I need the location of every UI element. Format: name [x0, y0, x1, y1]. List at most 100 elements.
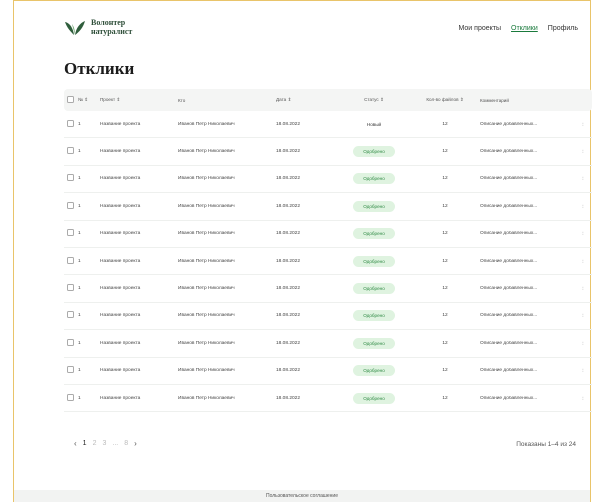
table-row[interactable]: 1 Название проекта Иванов Петр Николаевич 1…	[64, 248, 592, 276]
kebab-menu-icon[interactable]: ⋮	[576, 396, 590, 401]
responses-table: № ⇕ Проект ⇕ Кто Дата ⇕ Статус ⇕ Кол-во …	[64, 89, 592, 413]
table-row[interactable]: 1 Название проекта Иванов Петр Николаевич 1…	[64, 111, 592, 139]
table-row[interactable]: 1 Название проекта Иванов Петр Николаевич 1…	[64, 166, 592, 194]
row-date: 18.08.2022	[276, 121, 301, 127]
kebab-menu-icon[interactable]: ⋮	[576, 341, 590, 346]
row-checkbox[interactable]	[67, 284, 74, 292]
nav-profile[interactable]: Профиль	[548, 25, 578, 32]
row-fio: Иванов Петр Николаевич	[178, 176, 235, 182]
row-comment: Описание добавленных...	[480, 286, 538, 292]
row-fio: Иванов Петр Николаевич	[178, 203, 235, 209]
row-status-cell: Одобрено	[338, 255, 410, 267]
kebab-menu-icon[interactable]: ⋮	[576, 313, 590, 318]
row-checkbox[interactable]	[67, 338, 74, 346]
row-num: 1	[78, 258, 81, 264]
row-project: Название проекта	[100, 203, 141, 209]
row-num: 1	[78, 395, 81, 401]
nav-responses[interactable]: Отклики	[511, 25, 538, 32]
table-row[interactable]: 1 Название проекта Иванов Петр Николаевич 1…	[64, 358, 592, 385]
status-badge: Одобрено	[353, 255, 395, 267]
row-fio: Иванов Петр Николаевич	[178, 395, 235, 401]
page-1[interactable]: 1	[83, 440, 87, 447]
page-title: Отклики	[64, 59, 135, 78]
next-page-button[interactable]: ›	[134, 439, 137, 448]
row-files: 12	[442, 231, 448, 237]
page-2[interactable]: 2	[93, 440, 97, 447]
row-fio: Иванов Петр Николаевич	[178, 313, 235, 319]
row-num: 1	[78, 286, 81, 292]
table-row[interactable]: 1 Название проекта Иванов Петр Николаевич 1…	[64, 221, 592, 248]
kebab-menu-icon[interactable]: ⋮	[576, 231, 590, 236]
row-project: Название проекта	[100, 176, 141, 182]
row-project: Название проекта	[100, 286, 141, 292]
row-date: 18.08.2022	[276, 176, 301, 182]
page-last[interactable]: 8	[124, 440, 128, 447]
nav-my-projects[interactable]: Мои проекты	[459, 25, 502, 32]
row-status-cell: Одобрено	[338, 365, 410, 377]
kebab-menu-icon[interactable]: ⋮	[576, 259, 590, 264]
header-num[interactable]: № ⇕	[78, 97, 100, 103]
kebab-menu-icon[interactable]: ⋮	[576, 286, 590, 291]
table-row[interactable]: 1 Название проекта Иванов Петр Николаевич 1…	[64, 385, 592, 413]
kebab-menu-icon[interactable]: ⋮	[576, 149, 590, 154]
prev-page-button[interactable]: ‹	[74, 439, 77, 448]
row-files: 12	[442, 203, 448, 209]
row-fio: Иванов Петр Николаевич	[178, 231, 235, 237]
header-project[interactable]: Проект ⇕	[100, 97, 178, 103]
select-all-checkbox[interactable]	[67, 96, 74, 103]
page-3[interactable]: 3	[102, 440, 106, 447]
shown-count: Показаны 1–4 из 24	[516, 441, 576, 448]
table-row[interactable]: 1 Название проекта Иванов Петр Николаевич 1…	[64, 138, 592, 166]
row-comment: Описание добавленных...	[480, 313, 538, 319]
row-files: 12	[442, 176, 448, 182]
row-project: Название проекта	[100, 395, 141, 401]
status-badge: Одобрено	[353, 200, 395, 212]
row-files: 12	[442, 121, 448, 127]
row-project: Название проекта	[100, 368, 141, 374]
row-project: Название проекта	[100, 258, 141, 264]
logo[interactable]: Волонтер натуралист	[64, 18, 132, 36]
row-checkbox[interactable]	[67, 393, 74, 401]
kebab-menu-icon[interactable]: ⋮	[576, 122, 590, 127]
row-num: 1	[78, 149, 81, 155]
table-row[interactable]: 1 Название проекта Иванов Петр Николаевич 1…	[64, 193, 592, 221]
row-num: 1	[78, 176, 81, 182]
row-checkbox[interactable]	[67, 174, 74, 182]
header-date[interactable]: Дата ⇕	[276, 97, 338, 103]
row-comment: Описание добавленных...	[480, 203, 538, 209]
leaf-logo-icon	[65, 20, 85, 35]
row-date: 18.08.2022	[276, 340, 301, 346]
row-date: 18.08.2022	[276, 149, 301, 155]
kebab-menu-icon[interactable]: ⋮	[576, 204, 590, 209]
row-date: 18.08.2022	[276, 395, 301, 401]
user-agreement-link[interactable]: Пользовательское соглашение	[266, 493, 338, 499]
row-checkbox[interactable]	[67, 256, 74, 264]
row-fio: Иванов Петр Николаевич	[178, 368, 235, 374]
kebab-menu-icon[interactable]: ⋮	[576, 368, 590, 373]
table-row[interactable]: 1 Название проекта Иванов Петр Николаевич 1…	[64, 275, 592, 303]
header-status[interactable]: Статус ⇕	[338, 97, 410, 103]
table-row[interactable]: 1 Название проекта Иванов Петр Николаевич 1…	[64, 330, 592, 358]
row-checkbox[interactable]	[67, 229, 74, 237]
table-row[interactable]: 1 Название проекта Иванов Петр Николаевич 1…	[64, 303, 592, 331]
row-select-cell	[64, 311, 78, 320]
row-num: 1	[78, 231, 81, 237]
row-status-cell: Одобрено	[338, 337, 410, 349]
row-checkbox[interactable]	[67, 366, 74, 374]
header-files[interactable]: Кол-во файлов ⇕	[410, 97, 480, 103]
row-comment: Описание добавленных...	[480, 176, 538, 182]
status-badge: Одобрено	[353, 337, 395, 349]
row-comment: Описание добавленных...	[480, 231, 538, 237]
row-checkbox[interactable]	[67, 311, 74, 319]
top-nav: Мои проекты Отклики Профиль	[459, 25, 579, 32]
footer: Пользовательское соглашение	[14, 490, 590, 502]
row-status-cell: Новый	[338, 119, 410, 130]
row-project: Название проекта	[100, 149, 141, 155]
row-checkbox[interactable]	[67, 201, 74, 209]
row-checkbox[interactable]	[67, 119, 74, 127]
row-checkbox[interactable]	[67, 147, 74, 155]
kebab-menu-icon[interactable]: ⋮	[576, 176, 590, 181]
row-date: 18.08.2022	[276, 258, 301, 264]
row-comment: Описание добавленных...	[480, 149, 538, 155]
app-frame: Волонтер натуралист Мои проекты Отклики …	[13, 0, 592, 502]
